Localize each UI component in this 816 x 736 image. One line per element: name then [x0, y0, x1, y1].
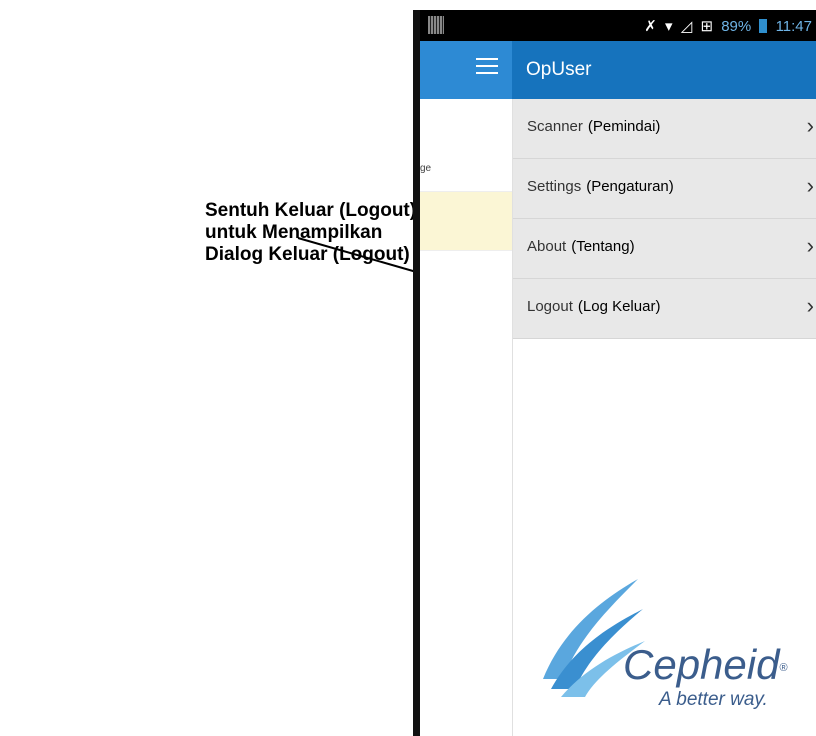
chevron-right-icon: › — [806, 293, 814, 318]
drawer-item-translation: (Pemindai) — [587, 118, 661, 135]
battery-icon — [759, 19, 768, 33]
drawer-item-about[interactable]: About (Tentang) › — [513, 219, 816, 279]
chevron-right-icon: › — [806, 233, 814, 258]
drawer-item-settings[interactable]: Settings (Pengaturan) › — [513, 159, 816, 219]
hamburger-icon[interactable] — [476, 58, 498, 74]
callout-line-3: Dialog Keluar (Logout) — [205, 244, 410, 265]
logo-name: Cepheid — [623, 641, 780, 688]
chevron-right-icon: › — [806, 173, 814, 198]
drawer-item-logout[interactable]: Logout (Log Keluar) › — [513, 279, 816, 339]
background-page: ge — [420, 99, 512, 736]
callout-line-2: untuk Menampilkan — [205, 222, 383, 243]
app-bar-dimmed — [420, 41, 512, 99]
drawer-item-scanner[interactable]: Scanner (Pemindai) › — [513, 99, 816, 159]
background-text: ge — [420, 163, 432, 174]
battery-percent: 89% — [721, 18, 752, 35]
clock: 11:47 — [775, 18, 812, 35]
drawer-item-label: Logout — [527, 298, 573, 315]
logo-tagline: A better way. — [659, 689, 768, 710]
network-icon: ⊞ — [700, 18, 714, 35]
cepheid-logo: Cepheid® A better way. — [533, 579, 816, 729]
phone-frame: ✗ ▾ ◿ ⊞ 89% 11:47 OpUser ge Scanner (Pemi… — [413, 10, 816, 736]
callout-annotation: Sentuh Keluar (Logout) untuk Menampilkan… — [205, 200, 435, 266]
status-icons: ✗ ▾ ◿ ⊞ 89% 11:47 — [640, 17, 812, 35]
navigation-drawer: Scanner (Pemindai) › Settings (Pengaturan)… — [512, 99, 816, 736]
signal-icon: ◿ — [680, 18, 693, 35]
app-title: OpUser — [526, 59, 592, 80]
wifi-icon: ▾ — [665, 18, 673, 35]
drawer-item-label: Settings — [527, 178, 582, 195]
background-highlight-row — [420, 191, 512, 251]
drawer-item-translation: (Tentang) — [571, 238, 635, 255]
logo-registered-mark: ® — [779, 661, 788, 674]
phone-screen: ✗ ▾ ◿ ⊞ 89% 11:47 OpUser ge Scanner (Pemi… — [420, 10, 816, 736]
status-bar: ✗ ▾ ◿ ⊞ 89% 11:47 — [420, 10, 816, 41]
barcode-notification-icon — [428, 16, 444, 34]
drawer-item-translation: (Pengaturan) — [586, 178, 674, 195]
drawer-item-translation: (Log Keluar) — [577, 298, 661, 315]
mute-icon: ✗ — [644, 18, 657, 35]
chevron-right-icon: › — [806, 113, 814, 138]
drawer-item-label: About — [527, 238, 567, 255]
callout-line-1: Sentuh Keluar (Logout) — [205, 200, 417, 221]
drawer-item-label: Scanner — [527, 118, 583, 135]
